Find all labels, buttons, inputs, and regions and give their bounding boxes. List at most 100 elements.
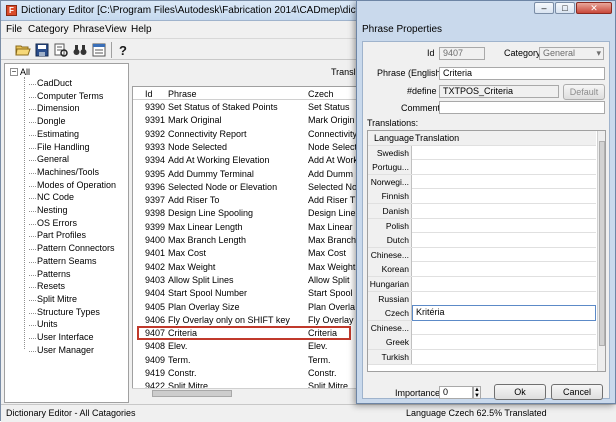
table-row[interactable]: 9398 Design Line Spooling Design Line: [133, 207, 359, 220]
tree-item[interactable]: NC Code: [28, 192, 74, 204]
table-row[interactable]: 9391 Mark Original Mark Origin: [133, 114, 359, 127]
dialog-title-bar[interactable]: – □ ✕: [357, 1, 615, 21]
tree-item[interactable]: Machines/Tools: [28, 167, 99, 179]
translation-row[interactable]: Turkish: [368, 350, 596, 365]
table-row[interactable]: 9402 Max Weight Max Weight: [133, 261, 359, 274]
tree-item[interactable]: Nesting: [29, 205, 68, 217]
translation-row[interactable]: Chinese...: [368, 247, 596, 263]
table-row[interactable]: 9393 Node Selected Node Select: [133, 141, 359, 154]
translation-row[interactable]: Russian: [368, 291, 596, 307]
tree-item[interactable]: Units: [29, 319, 58, 331]
phrase-english-field[interactable]: Criteria: [439, 67, 605, 80]
tree-item[interactable]: CadDuct: [28, 78, 72, 90]
tree-item[interactable]: Structure Types: [29, 307, 100, 319]
translation-row[interactable]: Danish: [368, 204, 596, 219]
translation-row[interactable]: Korean: [368, 262, 596, 277]
tree-item[interactable]: General: [28, 154, 69, 166]
ok-button[interactable]: Ok: [494, 384, 546, 400]
column-header-translation[interactable]: Czech: [308, 89, 334, 99]
table-row[interactable]: 9403 Allow Split Lines Allow Split: [133, 274, 359, 287]
tree-item[interactable]: Part Profiles: [28, 230, 86, 242]
comment-field[interactable]: [439, 101, 605, 114]
maximize-icon[interactable]: □: [555, 2, 575, 14]
menu-category[interactable]: Category: [28, 24, 69, 35]
default-button[interactable]: Default: [563, 84, 605, 100]
translation-row[interactable]: Czech Kritéria: [368, 305, 596, 322]
table-row[interactable]: 9399 Max Linear Length Max Linear: [133, 221, 359, 234]
column-header-phrase[interactable]: Phrase: [168, 89, 197, 99]
importance-spinner[interactable]: ▲ ▼: [473, 386, 481, 399]
tree-collapse-icon[interactable]: −: [10, 68, 18, 76]
tree-item[interactable]: User Manager: [28, 345, 94, 357]
table-row[interactable]: 9405 Plan Overlay Size Plan Overla: [133, 301, 359, 314]
table-row[interactable]: 9404 Start Spool Number Start Spool: [133, 287, 359, 300]
translation-row[interactable]: Polish: [368, 218, 596, 234]
grid-header-language: Language: [374, 133, 415, 143]
scroll-thumb[interactable]: [599, 141, 605, 346]
importance-field[interactable]: 0: [439, 386, 473, 399]
binoculars-icon[interactable]: [72, 42, 88, 58]
cell-translation: Connectivity: [308, 128, 358, 139]
tree-item[interactable]: Split Mitre: [28, 294, 77, 306]
tree-item[interactable]: OS Errors: [28, 218, 77, 230]
table-row[interactable]: 9392 Connectivity Report Connectivity: [133, 128, 359, 141]
tree-item[interactable]: Pattern Connectors: [29, 243, 115, 255]
table-row[interactable]: 9419 Constr. Constr.: [133, 367, 359, 380]
grid-vertical-scrollbar[interactable]: [597, 131, 605, 371]
table-row[interactable]: 9394 Add At Working Elevation Add At Work: [133, 154, 359, 167]
cell-translation: Plan Overla: [308, 301, 356, 312]
translation-row[interactable]: Dutch: [368, 233, 596, 248]
define-label: #define: [407, 86, 437, 96]
tree-root[interactable]: All: [20, 67, 30, 77]
tree-item[interactable]: Estimating: [28, 129, 79, 141]
open-icon[interactable]: [15, 42, 31, 58]
table-row[interactable]: 9409 Term. Term.: [133, 354, 359, 367]
cell-translation: Elev.: [308, 341, 328, 352]
table-row[interactable]: 9396 Selected Node or Elevation Selected N…: [133, 181, 359, 194]
category-tree[interactable]: − All CadDuct Computer Terms Dimension Dong…: [4, 63, 129, 403]
cell-phrase: Mark Original: [168, 115, 222, 126]
translation-row[interactable]: Hungarian: [368, 277, 596, 292]
table-row[interactable]: 9401 Max Cost Max Cost: [133, 247, 359, 260]
table-row[interactable]: 9397 Add Riser To Add Riser T: [133, 194, 359, 207]
save-icon[interactable]: [34, 42, 50, 58]
translation-row[interactable]: Norwegi...: [368, 174, 596, 190]
table-row[interactable]: 9406 Fly Overlay only on SHIFT key Fly Ove…: [133, 314, 359, 327]
translation-row[interactable]: Chinese...: [368, 320, 596, 336]
tree-item[interactable]: Patterns: [29, 269, 71, 281]
tree-item[interactable]: Computer Terms: [28, 91, 103, 103]
translation-row[interactable]: Swedish: [368, 145, 596, 161]
menu-view[interactable]: View: [105, 24, 127, 35]
translation-row[interactable]: Greek: [368, 335, 596, 350]
properties-icon[interactable]: [91, 42, 107, 58]
tree-item[interactable]: User Interface: [29, 332, 94, 344]
find-icon[interactable]: [53, 42, 69, 58]
scroll-thumb[interactable]: [152, 390, 232, 397]
tree-item[interactable]: Dongle: [29, 116, 66, 128]
table-row[interactable]: 9395 Add Dummy Terminal Add Dumm: [133, 168, 359, 181]
translation-text-cell[interactable]: Kritéria: [412, 305, 596, 322]
cancel-button[interactable]: Cancel: [551, 384, 603, 400]
column-header-id[interactable]: Id: [145, 89, 153, 99]
tree-item[interactable]: Modes of Operation: [28, 180, 116, 192]
tree-item[interactable]: Resets: [28, 281, 65, 293]
menu-file[interactable]: File: [6, 24, 22, 35]
help-icon[interactable]: ?: [115, 42, 131, 58]
tree-item[interactable]: File Handling: [29, 142, 90, 154]
phrase-list[interactable]: Id Phrase Czech 9390 Set Status of Staked…: [132, 86, 360, 398]
horizontal-scrollbar[interactable]: [132, 388, 360, 398]
translation-row[interactable]: Finnish: [368, 189, 596, 204]
translation-language: Russian: [368, 291, 412, 306]
tree-item[interactable]: Pattern Seams: [29, 256, 97, 268]
menu-phrase[interactable]: Phrase: [73, 24, 105, 35]
close-icon[interactable]: ✕: [576, 2, 612, 14]
minimize-icon[interactable]: –: [534, 2, 554, 14]
table-row[interactable]: 9408 Elev. Elev.: [133, 340, 359, 353]
category-select[interactable]: General ▾: [539, 47, 604, 60]
table-row[interactable]: 9400 Max Branch Length Max Branch: [133, 234, 359, 247]
translation-row[interactable]: Portugu...: [368, 160, 596, 175]
table-row[interactable]: 9390 Set Status of Staked Points Set Statu…: [133, 101, 359, 114]
tree-item[interactable]: Dimension: [29, 103, 80, 115]
menu-help[interactable]: Help: [131, 24, 152, 35]
translations-grid[interactable]: Language Translation Swedish Portugu... No…: [367, 130, 606, 372]
